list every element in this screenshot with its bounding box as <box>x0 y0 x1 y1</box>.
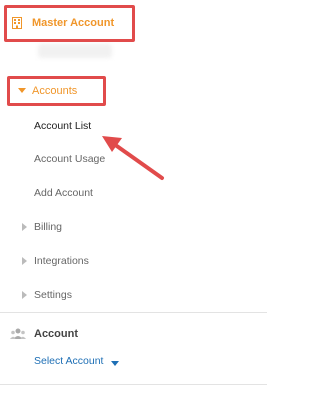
nav-billing[interactable]: Billing <box>20 217 62 237</box>
nav-accounts-label: Accounts <box>32 85 78 97</box>
redacted-account-name <box>38 44 112 58</box>
users-icon <box>10 328 26 340</box>
caret-right-icon <box>20 223 28 231</box>
caret-right-icon <box>20 291 28 299</box>
divider <box>0 384 267 385</box>
nav-account-usage-label: Account Usage <box>34 153 106 165</box>
nav-settings-label: Settings <box>34 289 72 301</box>
nav-account-list-label: Account List <box>34 120 92 132</box>
nav-account-usage[interactable]: Account Usage <box>34 149 105 169</box>
nav-accounts[interactable]: Accounts <box>0 81 267 101</box>
master-account-row[interactable]: Master Account <box>0 8 267 38</box>
select-account-dropdown[interactable]: Select Account <box>34 352 120 370</box>
nav-account-list[interactable]: Account List <box>34 116 91 136</box>
master-account-label: Master Account <box>32 17 115 29</box>
nav-settings[interactable]: Settings <box>20 285 72 305</box>
account-section-title: Account <box>34 328 78 340</box>
account-section-header: Account <box>10 324 78 344</box>
nav-add-account[interactable]: Add Account <box>34 183 93 203</box>
nav-integrations-label: Integrations <box>34 255 89 267</box>
divider <box>0 312 267 313</box>
building-icon <box>12 17 22 29</box>
nav-add-account-label: Add Account <box>34 187 93 199</box>
caret-down-icon <box>16 88 28 94</box>
caret-down-icon <box>111 358 120 366</box>
nav-billing-label: Billing <box>34 221 63 233</box>
nav-integrations[interactable]: Integrations <box>20 251 89 271</box>
caret-right-icon <box>20 257 28 265</box>
select-account-label: Select Account <box>34 355 104 367</box>
sidebar: Master Account Accounts Account List Acc… <box>0 0 267 412</box>
